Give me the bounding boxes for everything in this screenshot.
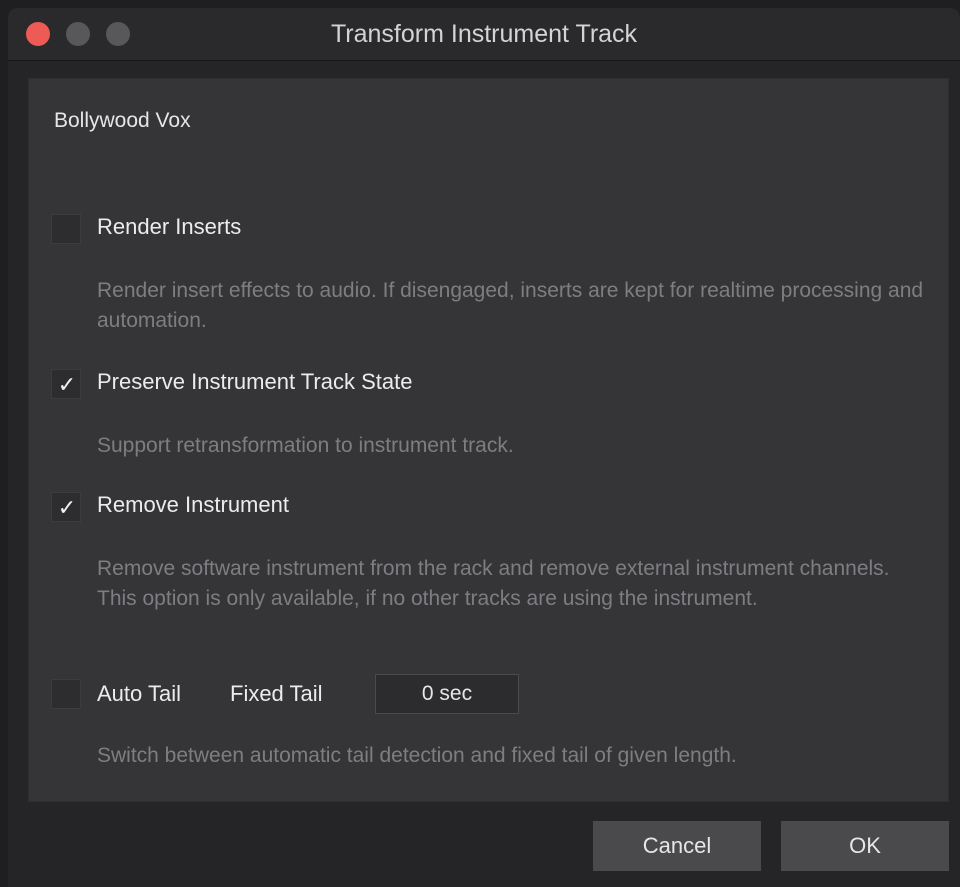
transform-dialog: Transform Instrument Track Bollywood Vox… bbox=[8, 8, 960, 887]
remove-instrument-description: Remove software instrument from the rack… bbox=[97, 557, 890, 610]
remove-instrument-label: Remove Instrument bbox=[97, 492, 289, 517]
fixed-tail-input[interactable]: 0 sec bbox=[375, 674, 519, 714]
preserve-state-description: Support retransformation to instrument t… bbox=[97, 434, 514, 457]
preserve-state-checkbox[interactable]: ✓ bbox=[51, 369, 81, 399]
render-inserts-label: Render Inserts bbox=[97, 214, 242, 239]
fixed-tail-label: Fixed Tail bbox=[230, 681, 323, 706]
ok-button[interactable]: OK bbox=[781, 821, 949, 871]
preserve-state-label: Preserve Instrument Track State bbox=[97, 369, 413, 394]
render-inserts-checkbox[interactable] bbox=[51, 214, 81, 244]
remove-instrument-checkbox[interactable]: ✓ bbox=[51, 492, 81, 522]
render-inserts-description: Render insert effects to audio. If disen… bbox=[97, 279, 924, 332]
track-name: Bollywood Vox bbox=[54, 109, 191, 132]
auto-tail-checkbox[interactable] bbox=[51, 679, 81, 709]
options-panel: Bollywood Vox Render Inserts Render inse… bbox=[28, 78, 949, 802]
window-title: Transform Instrument Track bbox=[330, 20, 638, 48]
checkmark-icon: ✓ bbox=[57, 495, 77, 520]
tail-description: Switch between automatic tail detection … bbox=[97, 744, 737, 767]
cancel-button[interactable]: Cancel bbox=[593, 821, 761, 871]
checkmark-icon: ✓ bbox=[57, 372, 77, 397]
title-bar: Transform Instrument Track bbox=[8, 8, 960, 61]
auto-tail-label: Auto Tail bbox=[97, 681, 181, 706]
